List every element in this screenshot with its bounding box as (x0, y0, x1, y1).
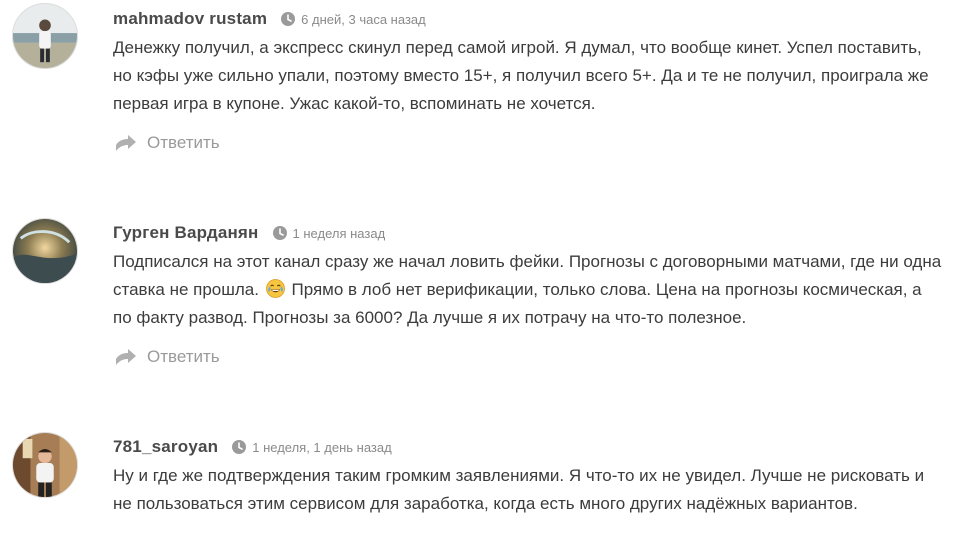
comment-author[interactable]: mahmadov rustam (113, 9, 267, 29)
face-with-tears-of-joy-icon (265, 279, 285, 298)
avatar[interactable] (12, 218, 78, 284)
avatar[interactable] (12, 432, 78, 498)
comment-meta: 781_saroyan 1 неделя, 1 день назад (113, 428, 953, 466)
comment-time[interactable]: 6 дней, 3 часа назад (301, 12, 426, 27)
reply-button[interactable]: Ответить (113, 347, 953, 367)
comment-text: Подписался на этот канал сразу же начал … (113, 248, 943, 332)
comment-author[interactable]: Гурген Варданян (113, 223, 259, 243)
comment-meta: Гурген Варданян 1 неделя назад (113, 214, 953, 252)
reply-label: Ответить (147, 347, 220, 366)
clock-icon (232, 440, 247, 454)
comment-body: mahmadov rustam 6 дней, 3 часа назад Ден… (113, 0, 953, 153)
avatar-photo (13, 433, 77, 497)
avatar[interactable] (12, 3, 78, 69)
reply-label: Ответить (147, 133, 220, 152)
avatar-photo (13, 4, 77, 68)
comment-meta: mahmadov rustam 6 дней, 3 часа назад (113, 0, 953, 38)
reply-arrow-icon (115, 348, 137, 366)
comment-list: mahmadov rustam 6 дней, 3 часа назад Ден… (0, 0, 963, 536)
comment-body: 781_saroyan 1 неделя, 1 день назад Ну и … (113, 428, 953, 518)
comment-text: Денежку получил, а экспресс скинул перед… (113, 38, 929, 113)
comment-time[interactable]: 1 неделя назад (293, 226, 386, 241)
comment-author[interactable]: 781_saroyan (113, 437, 218, 457)
reply-arrow-icon (115, 134, 137, 152)
comment-time[interactable]: 1 неделя, 1 день назад (252, 440, 391, 455)
comment-text: Ну и где же подтверждения таким громким … (113, 466, 925, 513)
avatar-photo (13, 219, 77, 283)
reply-button[interactable]: Ответить (113, 133, 953, 153)
comment-body: Гурген Варданян 1 неделя назад Подписалс… (113, 214, 953, 367)
clock-icon (272, 226, 287, 240)
clock-icon (281, 12, 296, 26)
